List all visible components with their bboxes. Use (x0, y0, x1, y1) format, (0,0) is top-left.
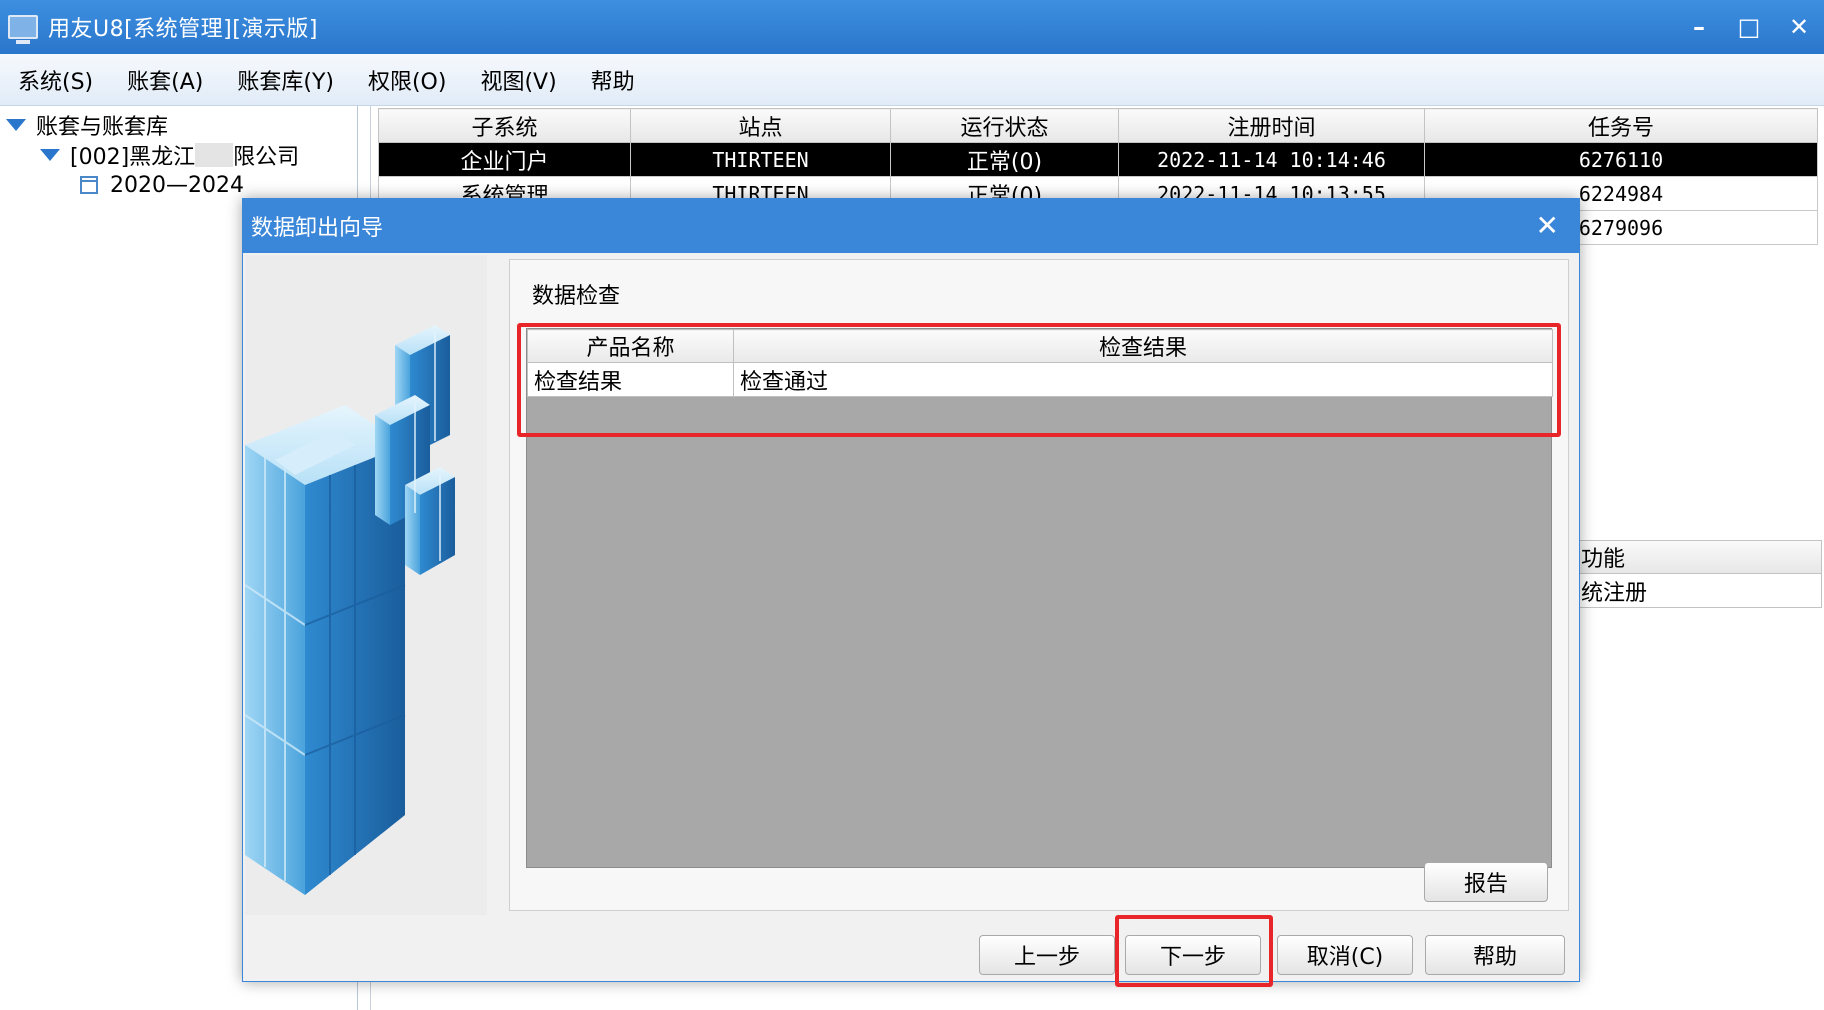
building-blocks-illustration (244, 325, 455, 895)
function-list: 功能 统注册 (1578, 540, 1822, 608)
function-header: 功能 (1578, 540, 1822, 574)
wizard-illustration (244, 255, 487, 915)
cell-subsystem: 企业门户 (378, 142, 631, 177)
check-result-table: 产品名称 检查结果 检查结果 检查通过 (527, 329, 1553, 397)
col-product-name[interactable]: 产品名称 (527, 329, 734, 363)
window-controls: – □ ✕ (1674, 0, 1824, 54)
cell-check-result: 检查通过 (733, 362, 1553, 397)
data-unload-wizard-dialog: 数据卸出向导 ✕ 数据检查 产品名称 检查结果 检查结果 检查通过 报告 上一步… (242, 198, 1580, 987)
help-button[interactable]: 帮助 (1425, 935, 1565, 975)
dialog-title: 数据卸出向导 (251, 216, 384, 241)
menu-account-library[interactable]: 账套库(Y) (237, 64, 334, 96)
cell-station: THIRTEEN (630, 142, 891, 177)
col-status[interactable]: 运行状态 (890, 108, 1119, 143)
dialog-titlebar: 数据卸出向导 ✕ (243, 199, 1579, 253)
window-title: 用友U8[系统管理][演示版] (48, 17, 318, 42)
list-item[interactable]: 统注册 (1578, 574, 1822, 608)
col-task-id[interactable]: 任务号 (1424, 108, 1818, 143)
cell-product-name: 检查结果 (527, 362, 734, 397)
account-prefix: [002]黑龙江 (70, 145, 196, 170)
redacted-text (195, 143, 234, 167)
tree-root[interactable]: 账套与账套库 (6, 110, 168, 140)
menu-view[interactable]: 视图(V) (480, 64, 556, 96)
data-check-group: 数据检查 产品名称 检查结果 检查结果 检查通过 报告 (509, 259, 1569, 911)
monitor-icon (8, 15, 38, 44)
app-titlebar: 用友U8[系统管理][演示版] – □ ✕ (0, 0, 1824, 54)
group-title: 数据检查 (532, 284, 621, 309)
next-button[interactable]: 下一步 (1125, 935, 1261, 975)
col-station[interactable]: 站点 (630, 108, 891, 143)
table-row[interactable]: 检查结果 检查通过 (527, 362, 1553, 397)
menu-account[interactable]: 账套(A) (127, 64, 203, 96)
maximize-button[interactable]: □ (1724, 0, 1774, 54)
col-check-result[interactable]: 检查结果 (733, 329, 1553, 363)
expand-triangle-icon[interactable] (6, 119, 26, 131)
menu-help[interactable]: 帮助 (591, 64, 635, 96)
minimize-button[interactable]: – (1674, 0, 1724, 54)
calendar-icon (80, 176, 98, 194)
tree-root-label: 账套与账套库 (36, 115, 169, 140)
menu-bar: 系统(S) 账套(A) 账套库(Y) 权限(O) 视图(V) 帮助 (0, 54, 1824, 106)
cell-status: 正常(0) (890, 142, 1119, 177)
account-suffix: 限公司 (233, 145, 300, 170)
prev-button[interactable]: 上一步 (979, 935, 1115, 975)
cell-task-id: 6276110 (1424, 142, 1818, 177)
tree-year-node[interactable]: 2020—2024 (80, 170, 244, 200)
expand-triangle-icon[interactable] (40, 149, 60, 161)
year-range-label: 2020—2024 (110, 172, 244, 198)
cell-register-time: 2022-11-14 10:14:46 (1118, 142, 1425, 177)
grid-empty-area (527, 397, 1551, 427)
report-button[interactable]: 报告 (1424, 862, 1548, 902)
close-button[interactable]: ✕ (1774, 0, 1824, 54)
dialog-close-icon[interactable]: ✕ (1536, 209, 1559, 242)
col-subsystem[interactable]: 子系统 (378, 108, 631, 143)
check-result-grid: 产品名称 检查结果 检查结果 检查通过 (526, 328, 1553, 868)
menu-permission[interactable]: 权限(O) (368, 64, 446, 96)
table-row[interactable]: 企业门户 THIRTEEN 正常(0) 2022-11-14 10:14:46 … (378, 142, 1818, 177)
tree-account-node[interactable]: [002]黑龙江 限公司 (40, 140, 299, 170)
col-register-time[interactable]: 注册时间 (1118, 108, 1425, 143)
menu-system[interactable]: 系统(S) (18, 64, 93, 96)
cancel-button[interactable]: 取消(C) (1277, 935, 1413, 975)
